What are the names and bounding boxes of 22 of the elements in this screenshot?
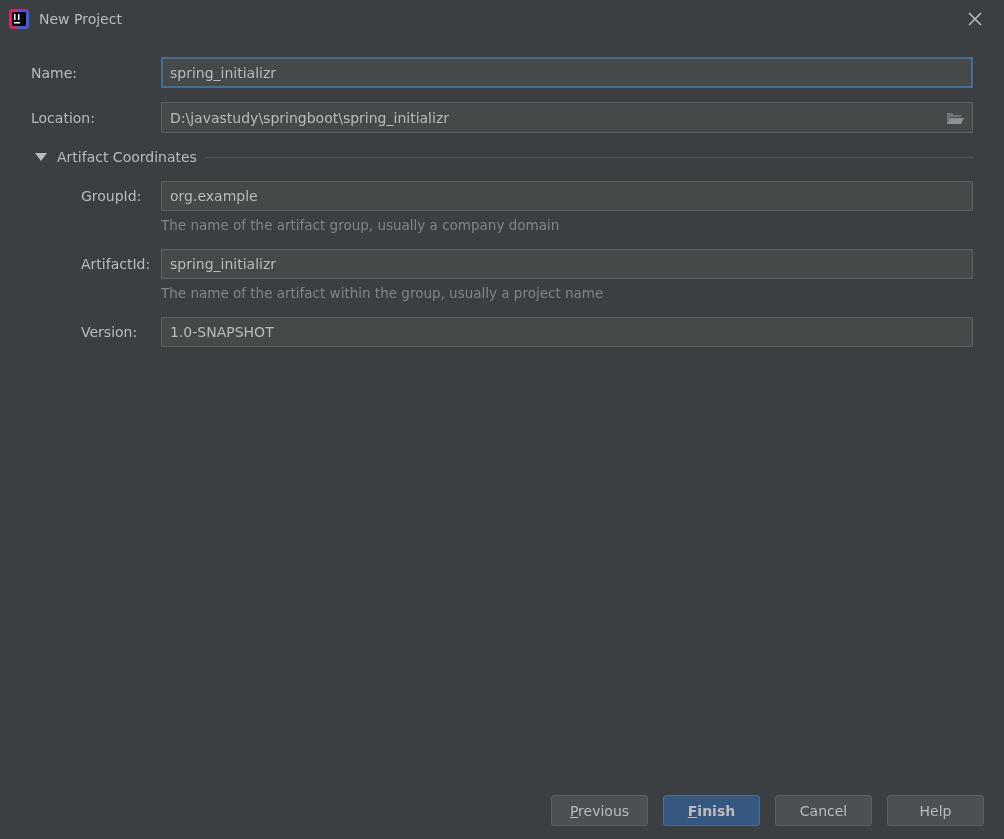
app-logo-icon [8,7,30,30]
dialog-button[interactable]: Cancel [775,795,872,826]
dialog-button[interactable]: Finish [663,795,760,826]
window-title: New Project [39,10,123,27]
text-field[interactable]: spring_initializr [161,249,973,279]
field-label: Name: [31,64,79,81]
hint-text: The name of the artifact group, usually a company domain [161,217,561,233]
hint-text: The name of the artifact within the group, usually a project name [161,285,605,301]
text-field[interactable]: org.example [161,181,973,211]
field-label: Location: [31,109,96,126]
collapse-triangle-icon[interactable] [35,153,47,161]
text-field[interactable]: D:\javastudy\springboot\spring_initializr [161,102,973,133]
folder-icon[interactable] [946,110,964,125]
text-field[interactable]: 1.0-SNAPSHOT [161,317,973,347]
field-label: ArtifactId: [81,256,152,272]
dialog-button[interactable]: Previous [551,795,648,826]
field-label: Version: [81,324,139,340]
text-field[interactable]: spring_initializr [161,57,973,88]
close-icon[interactable] [968,11,982,26]
dialog-button[interactable]: Help [887,795,984,826]
section-title: Artifact Coordinates [57,149,197,165]
field-label: GroupId: [81,188,143,204]
